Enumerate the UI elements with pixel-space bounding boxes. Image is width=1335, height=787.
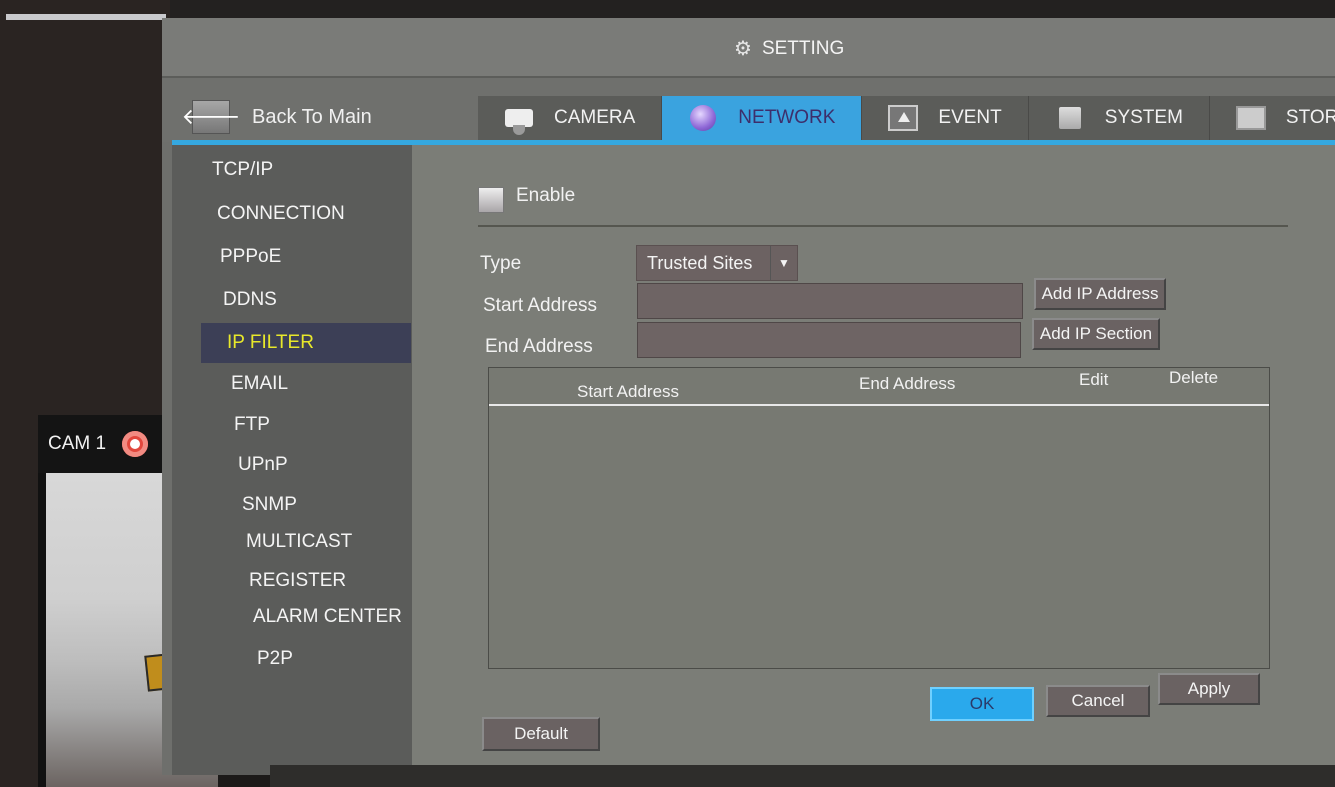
tab-storage[interactable]: STORAGE	[1209, 96, 1335, 140]
tab-camera-label: CAMERA	[554, 107, 636, 128]
tab-system[interactable]: SYSTEM	[1028, 96, 1210, 140]
camera-label: CAM 1	[48, 433, 107, 454]
sidebar-item-upnp[interactable]: UPnP	[238, 454, 288, 476]
sidebar-item-register[interactable]: REGISTER	[249, 570, 346, 592]
end-address-input[interactable]	[637, 322, 1021, 358]
start-address-input[interactable]	[637, 283, 1023, 319]
column-header-start-address: Start Address	[577, 382, 680, 401]
event-icon	[888, 105, 919, 131]
sidebar-item-ip-filter[interactable]: IP FILTER	[201, 323, 411, 363]
tab-network-label: NETWORK	[738, 107, 836, 128]
sidebar-item-alarm-center[interactable]: ALARM CENTER	[253, 606, 402, 628]
ip-filter-panel: Enable Type Trusted Sites ▼ Start Addres…	[412, 145, 1335, 775]
sidebar-item-connection[interactable]: CONNECTION	[217, 203, 345, 225]
column-header-end-address: End Address	[859, 374, 956, 393]
main-tabs: CAMERA NETWORK EVENT SYSTEM STORAGE	[478, 96, 1335, 142]
camera-icon	[505, 109, 533, 135]
tab-system-label: SYSTEM	[1104, 107, 1183, 128]
tab-storage-label: STORAGE	[1285, 107, 1335, 128]
back-to-main-button[interactable]: 🡐 Back To Main	[182, 100, 372, 134]
storage-icon	[1235, 106, 1266, 130]
default-button[interactable]: Default	[482, 717, 600, 751]
system-icon	[1058, 107, 1081, 129]
add-ip-section-button[interactable]: Add IP Section	[1032, 318, 1160, 350]
title-bar: ⚙ SETTING	[162, 18, 1335, 78]
type-label: Type	[480, 253, 522, 274]
cancel-button[interactable]: Cancel	[1046, 685, 1150, 717]
sidebar-item-ddns[interactable]: DDNS	[223, 289, 277, 311]
sidebar-item-ftp[interactable]: FTP	[234, 414, 270, 436]
network-sidebar: TCP/IP CONNECTION PPPoE DDNS IP FILTER E…	[172, 145, 412, 775]
arrow-left-icon: 🡐	[182, 100, 241, 134]
tab-camera[interactable]: CAMERA	[478, 96, 663, 140]
sidebar-item-tcpip[interactable]: TCP/IP	[212, 159, 273, 181]
tab-bar: 🡐 Back To Main CAMERA NETWORK EVENT SYST…	[162, 78, 1335, 142]
column-header-edit: Edit	[1079, 370, 1109, 389]
end-address-label: End Address	[485, 336, 593, 357]
gear-icon: ⚙	[734, 38, 752, 60]
type-select-value: Trusted Sites	[647, 252, 753, 273]
monitor-bezel-bottom	[270, 765, 1335, 787]
chevron-down-icon: ▼	[770, 246, 797, 280]
settings-window: ⚙ SETTING 🡐 Back To Main CAMERA NETWORK …	[162, 18, 1335, 775]
globe-icon	[690, 105, 717, 131]
table-header-rule	[489, 404, 1269, 406]
sidebar-item-snmp[interactable]: SNMP	[242, 494, 297, 516]
type-select[interactable]: Trusted Sites ▼	[636, 245, 798, 281]
sidebar-item-multicast[interactable]: MULTICAST	[246, 531, 352, 553]
back-to-main-label: Back To Main	[252, 105, 372, 128]
column-header-delete: Delete	[1169, 368, 1219, 387]
enable-checkbox[interactable]	[478, 187, 504, 213]
apply-button[interactable]: Apply	[1158, 673, 1260, 705]
sidebar-item-pppoe[interactable]: PPPoE	[220, 246, 281, 268]
sidebar-item-email[interactable]: EMAIL	[231, 373, 288, 395]
sidebar-item-p2p[interactable]: P2P	[257, 648, 293, 670]
tab-event-label: EVENT	[938, 107, 1002, 128]
enable-label: Enable	[516, 185, 576, 206]
tab-network[interactable]: NETWORK	[662, 96, 863, 140]
monitor-bezel-top	[0, 0, 1335, 18]
add-ip-address-button[interactable]: Add IP Address	[1034, 278, 1166, 310]
window-title-text: SETTING	[761, 37, 845, 59]
record-icon	[122, 431, 148, 457]
section-divider	[478, 225, 1288, 227]
ip-filter-table: Start Address End Address Edit Delete	[488, 367, 1270, 669]
start-address-label: Start Address	[483, 295, 598, 316]
window-title: ⚙ SETTING	[734, 36, 844, 61]
tab-event[interactable]: EVENT	[862, 96, 1029, 140]
monitor-edge	[6, 14, 166, 20]
ok-button[interactable]: OK	[930, 687, 1034, 721]
